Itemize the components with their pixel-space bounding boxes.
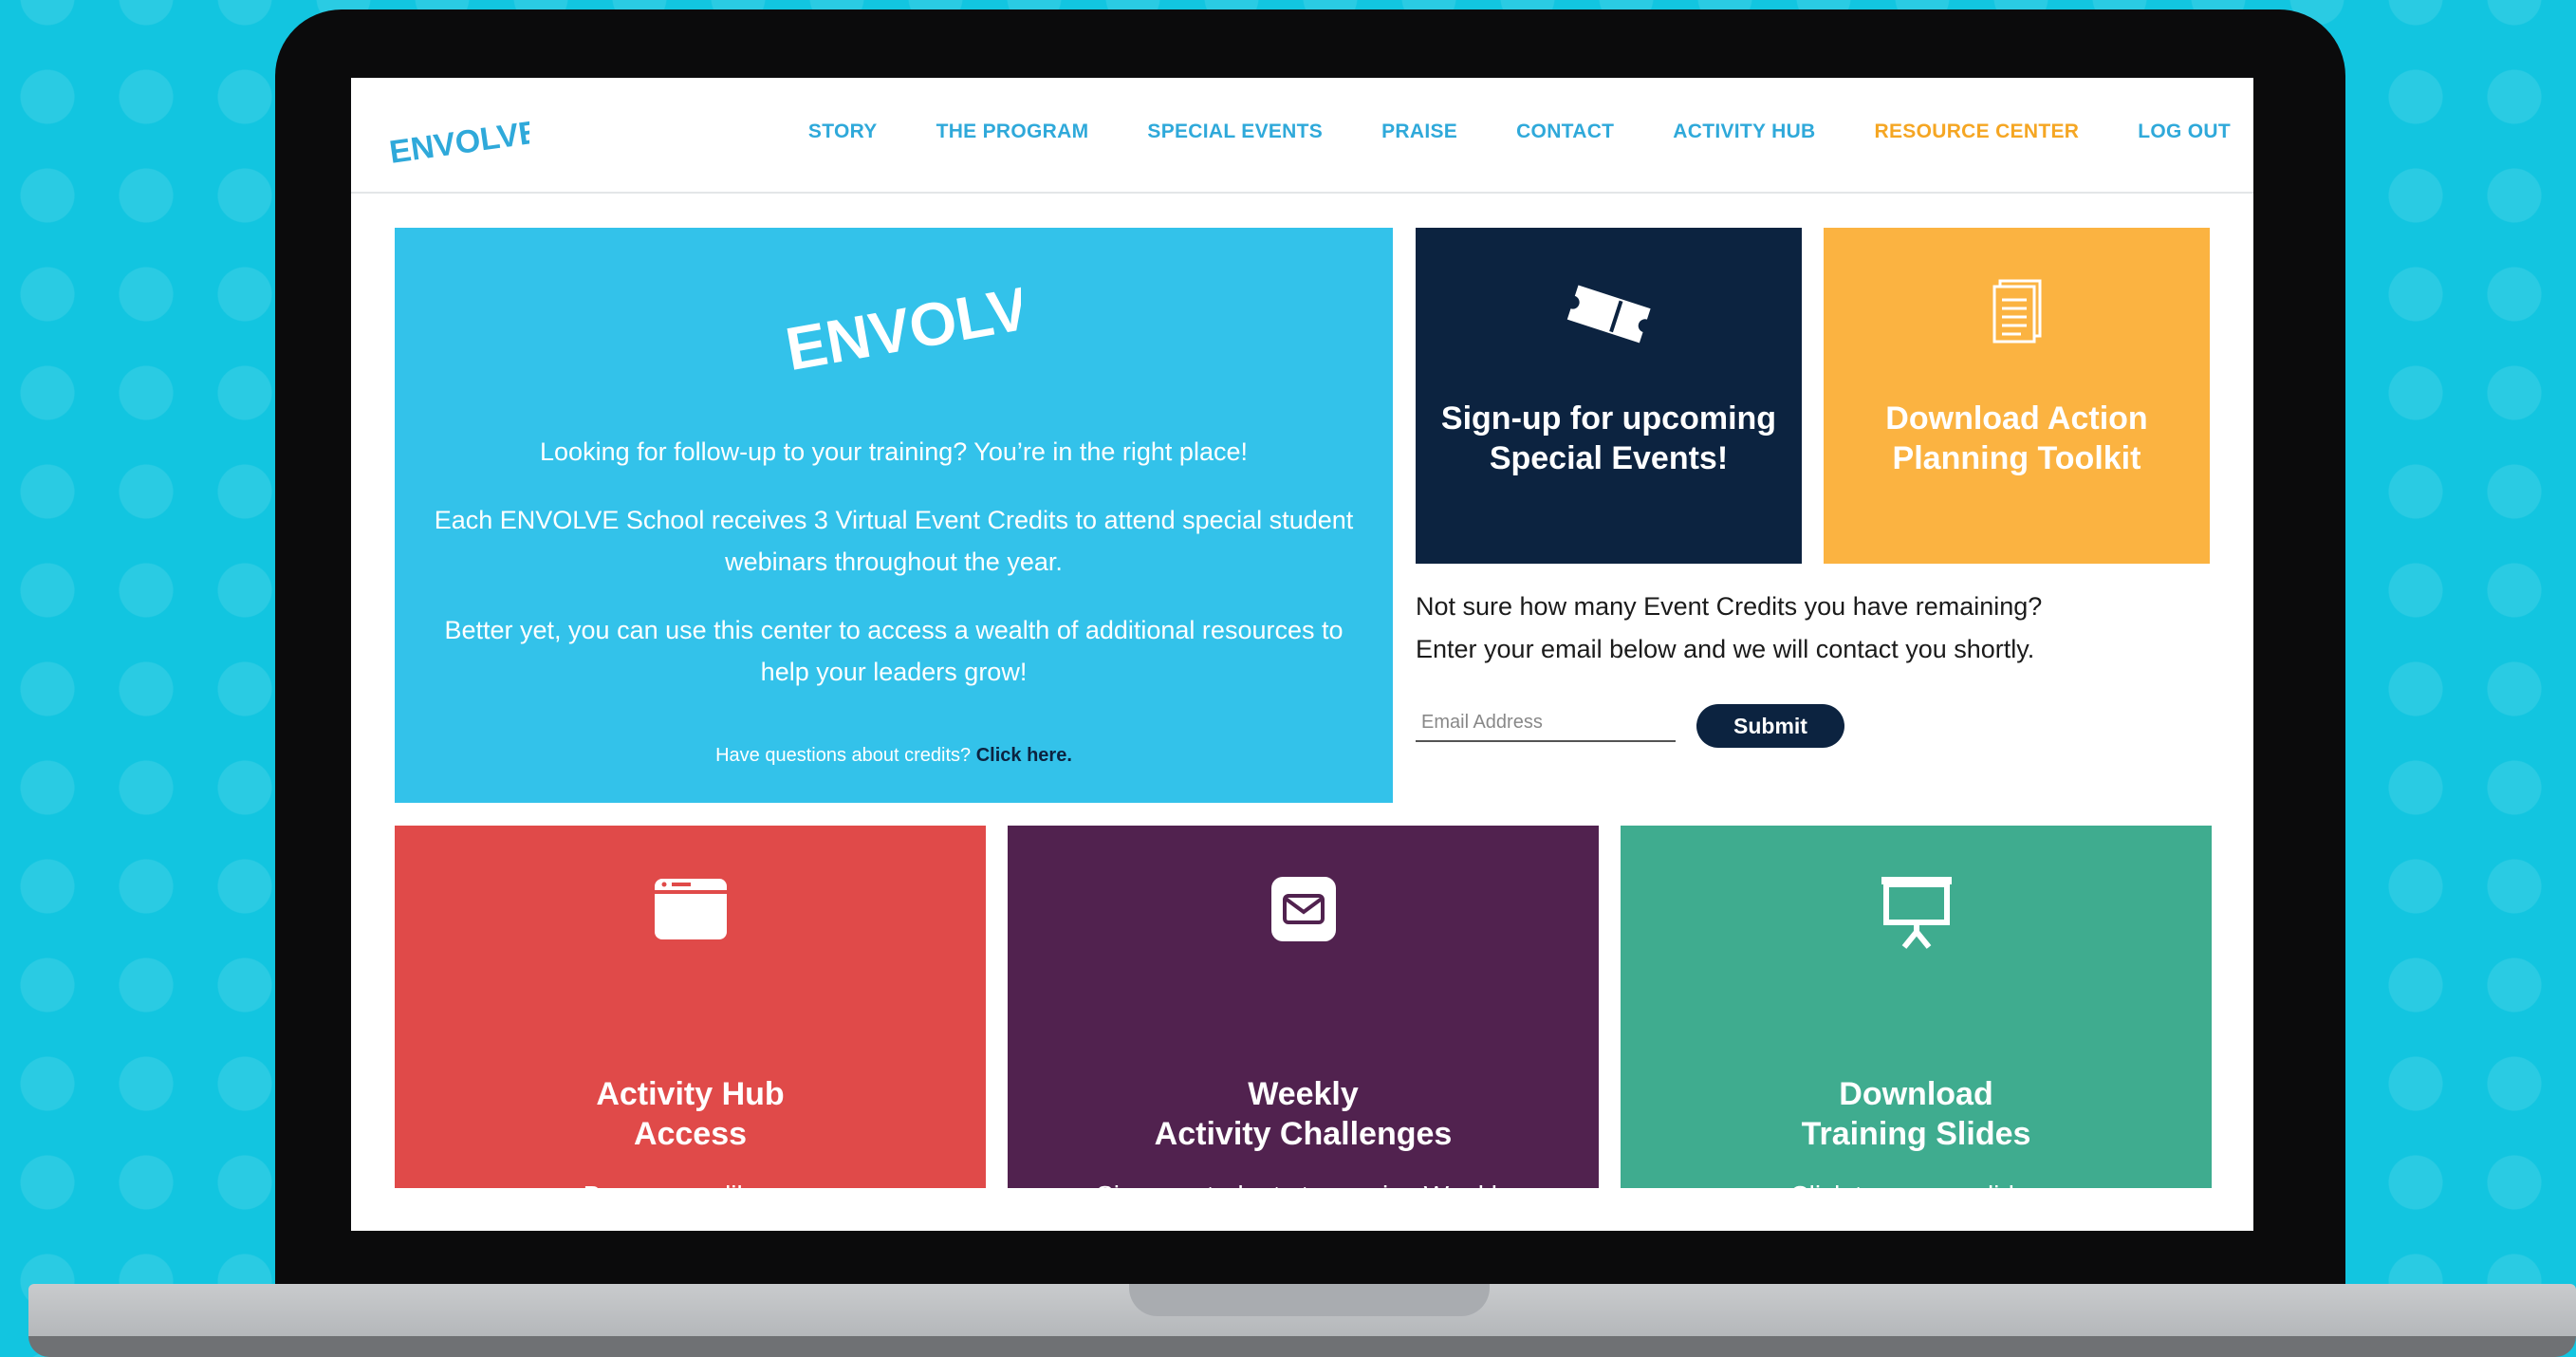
activity-hub-sub-line-2: of ENVOLVE activities here.	[525, 1214, 856, 1231]
weekly-challenges-subtitle: Sign up students to receive Weekly Chall…	[1008, 1179, 1599, 1231]
activity-hub-subtitle: Browse our library of ENVOLVE activities…	[395, 1179, 986, 1231]
credits-info-line-1: Not sure how many Event Credits you have…	[1416, 592, 2043, 621]
hero-question-text: Have questions about credits?	[715, 745, 972, 766]
credits-info-text: Not sure how many Event Credits you have…	[1416, 586, 2213, 671]
hero-envolve-logo: ENVOLVE	[774, 247, 1074, 389]
training-slides-card[interactable]: Download Training Slides Click to access…	[1621, 826, 2212, 1231]
action-toolkit-card[interactable]: Download Action Planning Toolkit	[1824, 228, 2210, 564]
weekly-challenges-title: Weekly Activity Challenges	[1008, 1074, 1599, 1154]
envelope-icon	[1269, 875, 1338, 948]
nav-praise[interactable]: PRAISE	[1381, 121, 1457, 143]
special-events-card[interactable]: Sign-up for upcoming Special Events!	[1416, 228, 1802, 564]
submit-button[interactable]: Submit	[1696, 704, 1844, 748]
hero-line-1: Looking for follow-up to your training? …	[540, 437, 1248, 466]
nav-contact[interactable]: CONTACT	[1516, 121, 1614, 143]
weekly-challenges-sub-line-2: Challenges here!	[1202, 1214, 1404, 1231]
hero-panel: ENVOLVE Looking for follow-up to your tr…	[395, 228, 1393, 803]
hero-line-2: Each ENVOLVE School receives 3 Virtual E…	[434, 506, 1354, 576]
special-events-title: Sign-up for upcoming Special Events!	[1440, 400, 1777, 476]
nav-story[interactable]: STORY	[808, 121, 878, 143]
training-slides-sub-line-1: Click to access slides	[1789, 1180, 2043, 1210]
weekly-challenges-title-line-1: Weekly	[1248, 1076, 1359, 1112]
nav-special-events[interactable]: SPECIAL EVENTS	[1147, 121, 1323, 143]
nav-links: STORY THE PROGRAM SPECIAL EVENTS PRAISE …	[808, 121, 2231, 143]
nav-activity-hub[interactable]: ACTIVITY HUB	[1673, 121, 1815, 143]
activity-hub-sub-line-1: Browse our library	[583, 1180, 798, 1210]
nav-log-out[interactable]: LOG OUT	[2138, 121, 2231, 143]
credits-help-link[interactable]: Click here.	[976, 745, 1072, 766]
activity-hub-title-line-2: Access	[633, 1116, 748, 1152]
weekly-challenges-sub-line-1: Sign up students to receive Weekly	[1096, 1180, 1510, 1210]
credits-info-line-2: Enter your email below and we will conta…	[1416, 635, 2035, 663]
laptop-base-bottom	[28, 1336, 2576, 1357]
training-slides-title: Download Training Slides	[1621, 1074, 2212, 1154]
envolve-logo[interactable]: ENVOLVE	[387, 106, 543, 175]
document-icon	[1987, 275, 2048, 356]
activity-hub-title-line-1: Activity Hub	[596, 1076, 785, 1112]
activity-hub-title: Activity Hub Access	[395, 1074, 986, 1154]
svg-text:ENVOLVE: ENVOLVE	[387, 114, 529, 171]
weekly-challenges-card[interactable]: Weekly Activity Challenges Sign up stude…	[1008, 826, 1599, 1231]
email-address-input[interactable]	[1416, 704, 1676, 742]
hero-question: Have questions about credits? Click here…	[433, 745, 1355, 767]
laptop-notch	[1129, 1284, 1490, 1316]
action-toolkit-title: Download Action Planning Toolkit	[1885, 400, 2148, 476]
svg-text:ENVOLVE: ENVOLVE	[781, 267, 1021, 383]
nav-resource-center[interactable]: RESOURCE CENTER	[1875, 121, 2080, 143]
hero-line-3: Better yet, you can use this center to a…	[444, 616, 1344, 686]
top-navbar: ENVOLVE STORY THE PROGRAM SPECIAL EVENTS…	[351, 78, 2253, 194]
training-slides-title-line-2: Training Slides	[1801, 1116, 2031, 1152]
ticket-icon	[1564, 275, 1655, 356]
weekly-challenges-title-line-2: Activity Challenges	[1154, 1116, 1453, 1152]
training-slides-title-line-1: Download	[1839, 1076, 1993, 1112]
activity-hub-card[interactable]: Activity Hub Access Browse our library o…	[395, 826, 986, 1231]
laptop-screen: ENVOLVE STORY THE PROGRAM SPECIAL EVENTS…	[351, 78, 2253, 1231]
presentation-icon	[1876, 871, 1957, 956]
training-slides-subtitle: Click to access slides from your trainin…	[1621, 1179, 2212, 1231]
browser-window-icon	[653, 875, 729, 948]
nav-the-program[interactable]: THE PROGRAM	[936, 121, 1089, 143]
training-slides-sub-line-2: from your training!	[1808, 1214, 2024, 1231]
